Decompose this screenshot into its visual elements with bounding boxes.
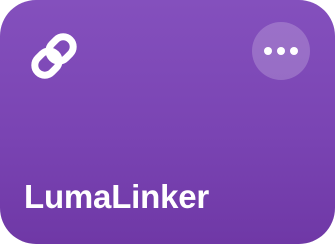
link-icon (24, 26, 84, 86)
more-options-icon (264, 47, 298, 55)
shortcut-tile[interactable]: LumaLinker (0, 0, 335, 244)
shortcut-title: LumaLinker (24, 178, 210, 215)
more-options-button[interactable] (252, 22, 310, 80)
